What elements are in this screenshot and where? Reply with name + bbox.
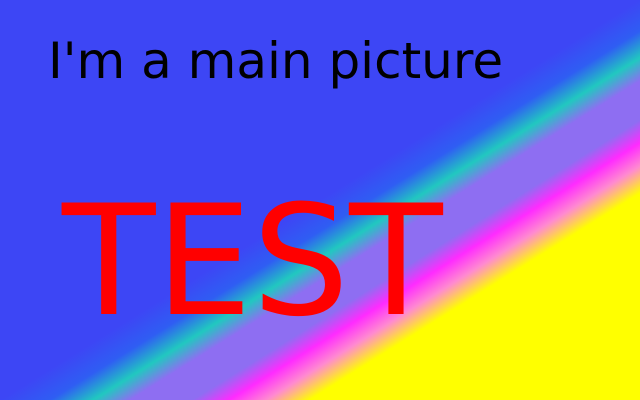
- main-picture: I'm a main picture TEST: [0, 0, 640, 400]
- main-picture-caption: I'm a main picture: [48, 32, 504, 90]
- test-label: TEST: [62, 173, 443, 351]
